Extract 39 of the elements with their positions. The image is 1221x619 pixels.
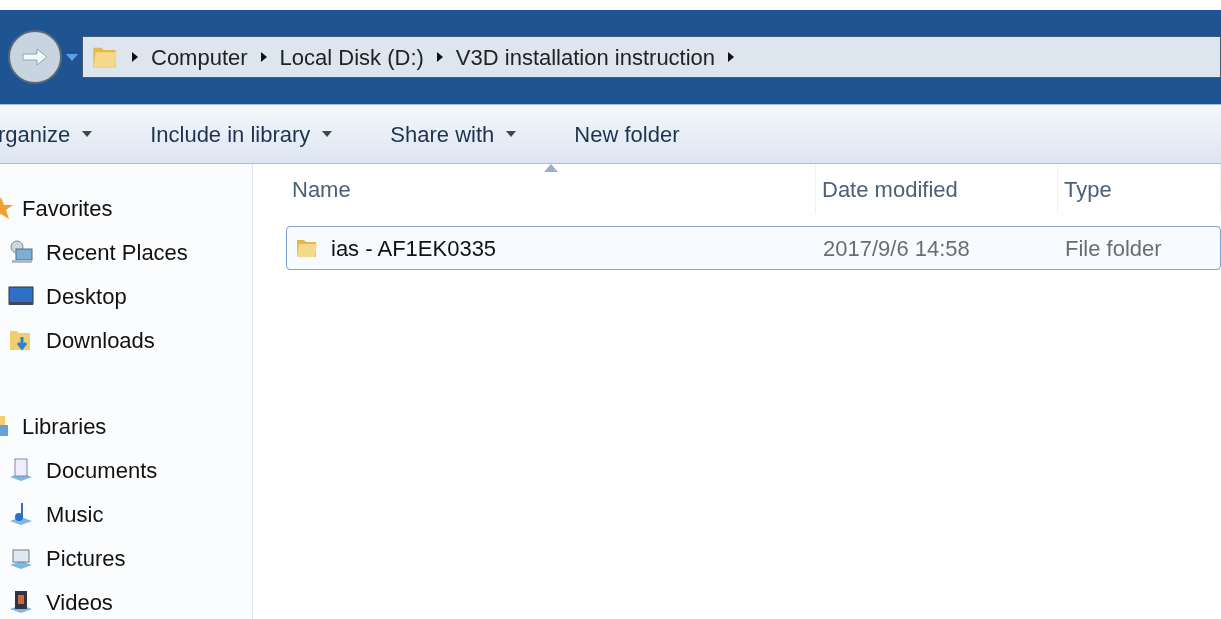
clock-monitor-icon: [8, 239, 34, 265]
music-note-icon: [8, 501, 34, 527]
nav-group[interactable]: Libraries: [0, 404, 252, 448]
film-icon: [8, 589, 34, 615]
nav-item[interactable]: Music: [0, 492, 252, 536]
nav-item[interactable]: Documents: [0, 448, 252, 492]
nav-item[interactable]: Videos: [0, 580, 252, 619]
toolbar-button[interactable]: New folder: [574, 117, 680, 151]
sort-arrow-icon: [543, 164, 558, 172]
address-bar[interactable]: Computer Local Disk (D:) V3D installation instruction: [82, 36, 1221, 78]
right-arrow-icon: [21, 47, 49, 67]
nav-item[interactable]: Recent Places: [0, 230, 252, 274]
type-cell-text: File folder: [1064, 234, 1163, 263]
toolbar-button[interactable]: rganize: [0, 117, 93, 151]
column-header[interactable]: Type: [1058, 164, 1221, 214]
caret-icon: [82, 131, 93, 137]
breadcrumb-item[interactable]: V3D installation instruction: [455, 40, 716, 74]
toolbar-button[interactable]: Include in library: [150, 117, 333, 151]
dropdown-caret-icon: [66, 53, 78, 61]
arrow-icon: [131, 51, 139, 63]
file-row[interactable]: ias - AF1EK0335 2017/9/6 14:58 File folder: [286, 226, 1221, 270]
forward-button[interactable]: [8, 30, 62, 84]
breadcrumb-item[interactable]: Computer: [151, 40, 248, 74]
caret-icon: [322, 131, 333, 137]
column-header[interactable]: Date modified: [816, 164, 1058, 214]
breadcrumb-item[interactable]: Local Disk (D:): [279, 40, 424, 74]
nav-group[interactable]: Favorites: [0, 186, 252, 230]
caret-icon: [506, 131, 517, 137]
nav-item[interactable]: Downloads: [0, 318, 252, 362]
arrow-icon: [259, 51, 268, 63]
file-name: ias - AF1EK0335: [331, 234, 497, 263]
arrow-icon: [727, 51, 736, 63]
column-header[interactable]: Name: [286, 164, 816, 214]
nav-item[interactable]: Pictures: [0, 536, 252, 580]
nav-item[interactable]: Desktop: [0, 274, 252, 318]
toolbar-button[interactable]: Share with: [390, 117, 517, 151]
arrow-icon: [435, 51, 444, 63]
document-icon: [8, 457, 34, 483]
date-cell-text: 2017/9/6 14:58: [822, 234, 971, 263]
